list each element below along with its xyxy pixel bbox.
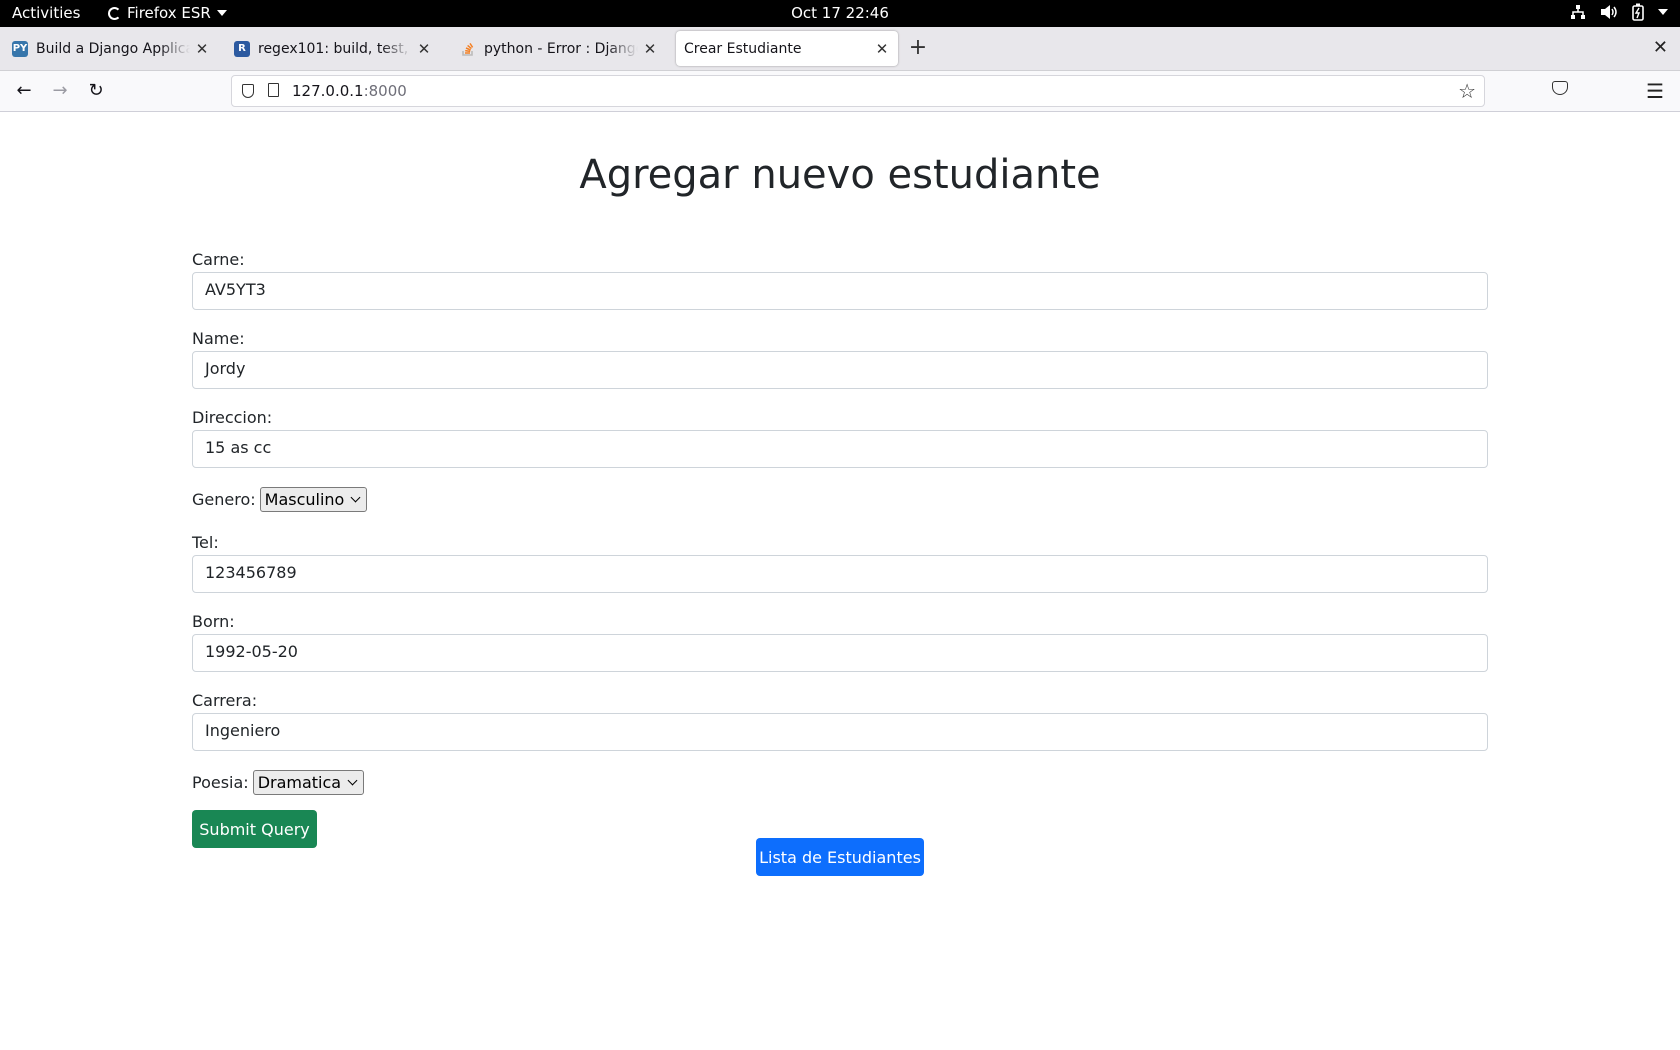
bookmark-star-icon[interactable]: ☆ <box>1458 79 1476 103</box>
tab-title: python - Error : Django 'C <box>484 40 638 57</box>
born-label: Born: <box>192 612 235 631</box>
chevron-down-icon <box>347 775 358 786</box>
forward-arrow-icon[interactable]: → <box>49 80 71 102</box>
pocket-icon[interactable] <box>1552 81 1568 95</box>
direccion-field: Direccion: 15 as cc <box>192 408 1488 468</box>
tab-crear-estudiante[interactable]: Crear Estudiante ✕ <box>676 31 898 66</box>
volume-icon <box>1601 5 1617 19</box>
genero-select[interactable]: Masculino <box>259 487 368 512</box>
regex101-icon: R <box>234 40 250 57</box>
tab-title: regex101: build, test, and <box>258 40 412 57</box>
tab-stackoverflow[interactable]: python - Error : Django 'C ✕ <box>452 31 666 66</box>
name-label: Name: <box>192 329 245 348</box>
carrera-input[interactable]: Ingeniero <box>192 713 1488 751</box>
system-menu-arrow-icon <box>1658 9 1668 15</box>
carrera-label: Carrera: <box>192 691 258 710</box>
stackoverflow-icon <box>462 42 474 56</box>
clock[interactable]: Oct 17 22:46 <box>791 4 889 22</box>
python-icon: PY <box>12 40 28 57</box>
tel-input[interactable]: 123456789 <box>192 555 1488 593</box>
page-content: Agregar nuevo estudiante Carne: AV5YT3 N… <box>0 112 1680 1050</box>
system-top-bar: Activities Firefox ESR Oct 17 22:46 <box>0 0 1680 27</box>
app-menu[interactable]: Firefox ESR <box>108 4 227 22</box>
hamburger-menu-icon[interactable]: ☰ <box>1646 79 1664 103</box>
firefox-icon <box>108 6 121 20</box>
page-title: Agregar nuevo estudiante <box>579 152 1101 198</box>
genero-selected-value: Masculino <box>264 490 345 509</box>
direccion-label: Direccion: <box>192 408 273 427</box>
born-field: Born: 1992-05-20 <box>192 612 1488 672</box>
direccion-input[interactable]: 15 as cc <box>192 430 1488 468</box>
activities-button[interactable]: Activities <box>12 4 80 22</box>
submit-button[interactable]: Submit Query <box>192 810 317 848</box>
navigation-toolbar: ← → ↻ 127.0.0.1:8000 ☆ ☰ <box>0 71 1680 112</box>
carne-label: Carne: <box>192 250 245 269</box>
carrera-field: Carrera: Ingeniero <box>192 691 1488 751</box>
tab-django-application[interactable]: PY Build a Django Applicatio ✕ <box>4 31 218 66</box>
carne-field: Carne: AV5YT3 <box>192 250 1488 310</box>
close-icon[interactable]: ✕ <box>416 40 432 58</box>
system-status-area[interactable] <box>1570 3 1668 21</box>
address-bar[interactable]: 127.0.0.1:8000 ☆ <box>231 75 1485 107</box>
back-arrow-icon[interactable]: ← <box>13 80 35 102</box>
tab-title: Build a Django Applicatio <box>36 40 190 57</box>
name-field: Name: Jordy <box>192 329 1488 389</box>
tel-label: Tel: <box>192 533 219 552</box>
tab-regex101[interactable]: R regex101: build, test, and ✕ <box>226 31 440 66</box>
close-icon[interactable]: ✕ <box>194 40 210 58</box>
poesia-label: Poesia: <box>192 773 249 792</box>
new-tab-icon[interactable]: + <box>906 36 930 60</box>
poesia-select[interactable]: Dramatica <box>252 770 365 795</box>
poesia-field: Poesia: Dramatica <box>192 770 1488 795</box>
poesia-selected-value: Dramatica <box>257 773 342 792</box>
genero-label: Genero: <box>192 490 256 509</box>
carne-input[interactable]: AV5YT3 <box>192 272 1488 310</box>
reload-icon[interactable]: ↻ <box>85 80 107 102</box>
student-list-button[interactable]: Lista de Estudiantes <box>756 838 924 876</box>
close-icon[interactable]: ✕ <box>874 40 890 58</box>
dropdown-arrow-icon <box>216 10 227 16</box>
battery-icon <box>1632 3 1644 21</box>
student-form: Carne: AV5YT3 Name: Jordy Direccion: 15 … <box>192 250 1488 848</box>
url-text[interactable]: 127.0.0.1:8000 <box>292 82 407 100</box>
shield-icon[interactable] <box>242 84 254 98</box>
born-input[interactable]: 1992-05-20 <box>192 634 1488 672</box>
tab-title: Crear Estudiante <box>684 40 802 57</box>
tel-field: Tel: 123456789 <box>192 533 1488 593</box>
close-icon[interactable]: ✕ <box>642 40 658 58</box>
name-input[interactable]: Jordy <box>192 351 1488 389</box>
genero-field: Genero: Masculino <box>192 487 1488 512</box>
chevron-down-icon <box>350 492 361 503</box>
tab-bar: PY Build a Django Applicatio ✕ R regex10… <box>0 27 1680 71</box>
app-name: Firefox ESR <box>127 4 211 22</box>
page-info-icon[interactable] <box>268 83 279 97</box>
window-close-icon[interactable]: ✕ <box>1653 36 1668 60</box>
network-icon <box>1571 5 1585 19</box>
